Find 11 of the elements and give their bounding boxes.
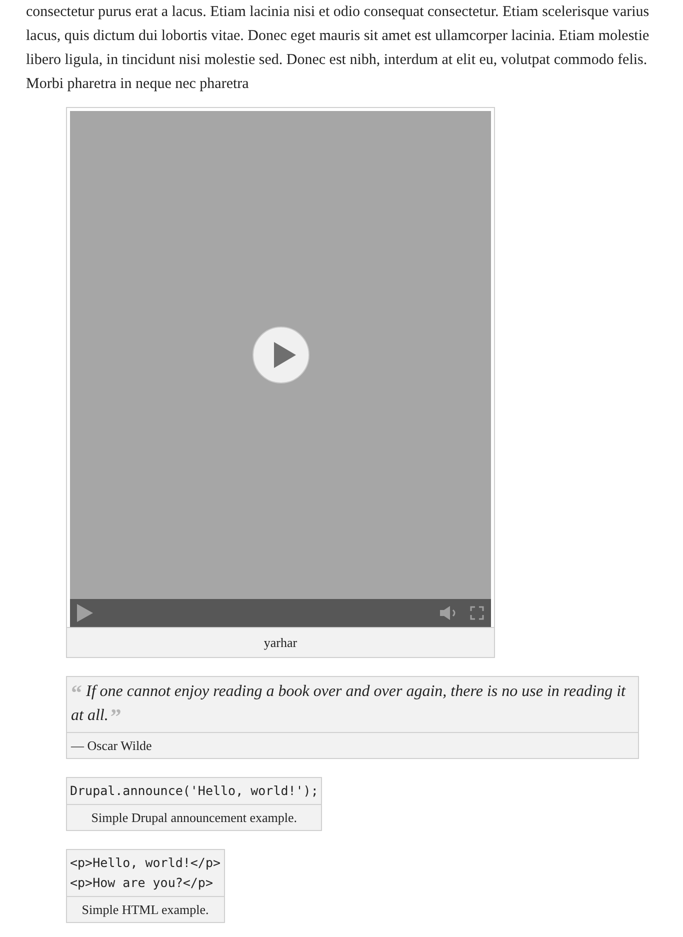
code-text: <p>Hello, world!</p> <p>How are you?</p> [69, 854, 222, 892]
video-caption: yarhar [264, 634, 298, 652]
fullscreen-icon[interactable] [470, 606, 484, 620]
play-icon[interactable] [77, 604, 93, 622]
body-paragraph: consectetur purus erat a lacus. Etiam lacinia nisi et odio consequat consectetur. Etiam scelerisque varius lacus, quis dictum dui lobortis vitae. Donec eget mauris sit amet est ullamcorper lacinia. Etiam molestie libero ligula, in tincidunt nisi molestie sed. Donec est nibh, interdum at elit eu, volutpat commodo felis. Morbi pharetra in neque nec pharetra [26, 3, 650, 94]
code-text: Drupal.announce('Hello, world!'); [69, 782, 320, 800]
volume-icon[interactable] [440, 606, 458, 620]
play-icon[interactable] [252, 326, 310, 384]
code-caption: Simple HTML example. [82, 900, 209, 919]
quote-attribution: — Oscar Wilde [71, 736, 152, 755]
code-caption: Simple Drupal announcement example. [91, 808, 298, 827]
